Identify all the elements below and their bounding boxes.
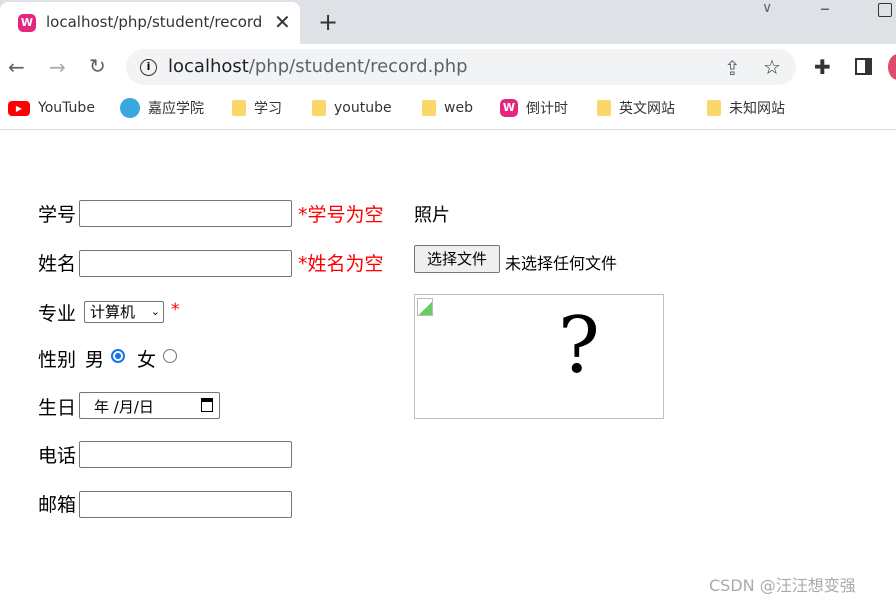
chevron-down-icon: ⌄ <box>150 305 160 318</box>
folder-icon <box>312 100 326 116</box>
back-icon[interactable]: ← <box>8 55 25 79</box>
photo-preview: ? <box>414 294 664 419</box>
female-radio[interactable] <box>163 349 177 363</box>
folder-icon <box>707 100 721 116</box>
bookmark-countdown[interactable]: W 倒计时 <box>500 96 568 120</box>
id-error: *学号为空 <box>298 204 384 226</box>
id-label: 学号 <box>38 204 77 226</box>
url-text[interactable]: localhost/php/student/record.php <box>168 56 468 77</box>
extensions-icon[interactable]: ✚ <box>814 55 831 79</box>
male-radio[interactable] <box>111 349 125 363</box>
site-icon <box>120 98 140 118</box>
maximize-icon[interactable] <box>878 3 892 17</box>
folder-icon <box>232 100 246 116</box>
wamp-icon: W <box>18 14 36 32</box>
youtube-icon: ▶ <box>8 100 30 116</box>
major-label: 专业 <box>38 303 77 325</box>
bookmark-folder-study[interactable]: 学习 <box>232 96 282 120</box>
student-id-input[interactable] <box>79 200 292 227</box>
bookmark-folder-web[interactable]: web <box>422 96 473 120</box>
male-label: 男 <box>85 349 105 371</box>
bookmark-youtube[interactable]: ▶ YouTube <box>8 96 95 120</box>
question-mark-icon: ? <box>558 301 600 391</box>
minimize-icon[interactable]: – <box>820 0 830 20</box>
major-select[interactable]: 计算机 ⌄ <box>84 301 164 323</box>
new-tab-icon[interactable]: + <box>318 8 338 36</box>
tab-search-icon[interactable]: ∨ <box>762 0 772 16</box>
email-input[interactable] <box>79 491 292 518</box>
bookmark-star-icon[interactable]: ☆ <box>763 55 781 79</box>
name-label: 姓名 <box>38 253 77 275</box>
phone-label: 电话 <box>38 445 77 467</box>
bookmark-folder-youtube[interactable]: youtube <box>312 96 392 120</box>
share-icon[interactable]: ⇪ <box>724 56 741 80</box>
photo-label: 照片 <box>414 205 450 226</box>
divider <box>0 129 896 130</box>
reload-icon[interactable]: ↻ <box>89 54 106 78</box>
email-label: 邮箱 <box>38 494 77 516</box>
birthday-label: 生日 <box>38 397 77 419</box>
choose-file-button[interactable]: 选择文件 <box>414 245 500 273</box>
bookmark-folder-english[interactable]: 英文网站 <box>597 96 675 120</box>
name-error: *姓名为空 <box>298 253 384 275</box>
folder-icon <box>422 100 436 116</box>
phone-input[interactable] <box>79 441 292 468</box>
forward-icon[interactable]: → <box>49 55 66 79</box>
wamp-icon: W <box>500 99 518 117</box>
major-required: * <box>171 300 180 320</box>
side-panel-icon[interactable] <box>855 58 872 75</box>
file-status: 未选择任何文件 <box>505 254 618 273</box>
birthday-input[interactable]: 年 /月/日 <box>79 392 220 419</box>
bookmark-folder-unknown[interactable]: 未知网站 <box>707 96 785 120</box>
info-icon[interactable]: i <box>140 59 157 76</box>
broken-image-icon <box>417 298 433 316</box>
close-tab-icon[interactable]: ✕ <box>274 10 291 34</box>
female-label: 女 <box>137 349 157 371</box>
folder-icon <box>597 100 611 116</box>
gender-label: 性别 <box>38 349 77 371</box>
tab-title: localhost/php/student/record.php <box>46 13 264 31</box>
watermark: CSDN @汪汪想变强 <box>709 576 856 595</box>
calendar-icon[interactable] <box>201 398 213 412</box>
name-input[interactable] <box>79 250 292 277</box>
bookmark-jiaying[interactable]: 嘉应学院 <box>120 96 204 120</box>
